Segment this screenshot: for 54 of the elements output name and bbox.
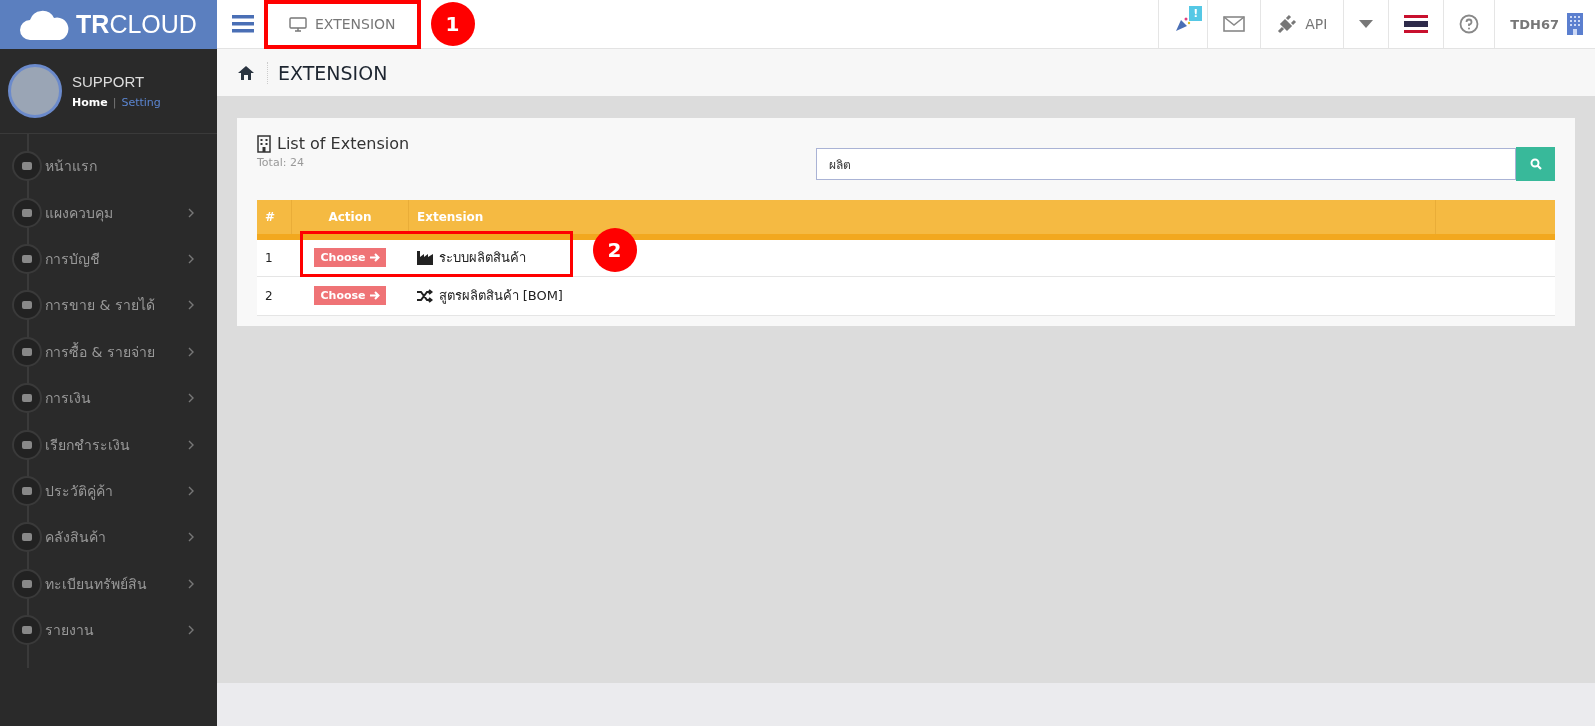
callout-marker: 1 (430, 2, 475, 46)
total-label: Total: (257, 156, 287, 169)
arrow-icon (369, 291, 380, 300)
help-icon[interactable] (1459, 14, 1480, 34)
extension-tab[interactable]: EXTENSION (264, 0, 421, 49)
column-header: Action (291, 200, 409, 237)
building-icon (1567, 13, 1583, 35)
avatar (8, 64, 62, 118)
sidebar-item[interactable]: หน้าแรก (0, 143, 217, 190)
sidebar-item[interactable]: การเงิน (0, 374, 217, 422)
profile-name: SUPPORT (72, 73, 146, 90)
party-popper-icon[interactable] (1174, 15, 1193, 33)
sidebar-item[interactable]: รายงาน (0, 606, 217, 654)
choose-button[interactable]: Choose (314, 286, 386, 305)
sidebar-item[interactable]: ประวัติคู่ค้า (0, 467, 217, 515)
separator: | (112, 96, 117, 109)
sidebar-item[interactable]: แผงควบคุม (0, 189, 217, 236)
mail-icon[interactable] (1223, 16, 1246, 32)
flag-icon[interactable] (1404, 15, 1429, 33)
column-header: # (257, 200, 292, 237)
callout-marker: 2 (592, 228, 637, 273)
user-name[interactable]: TDH67 (1510, 16, 1559, 32)
sidebar-item[interactable]: การซื้อ & รายจ่าย (0, 328, 217, 375)
plug-icon (1277, 14, 1298, 34)
sidebar-item[interactable]: เรียกชำระเงิน (0, 421, 217, 468)
sidebar-item[interactable]: ทะเบียนทรัพย์สิน (0, 560, 217, 607)
extension-name[interactable]: สูตรผลิตสินค้า [BOM] (438, 285, 563, 306)
cloud-icon (20, 9, 71, 40)
menu-icon[interactable] (232, 15, 254, 33)
profile-link[interactable]: Home (72, 96, 108, 109)
column-header: Extension (408, 200, 1436, 237)
search-field[interactable]: ผลิต (816, 148, 1516, 180)
notification-badge: ! (1189, 6, 1203, 21)
panel-title: List of Extension (277, 134, 410, 153)
sidebar-item[interactable]: การขาย & รายได้ (0, 282, 217, 329)
choose-button[interactable]: Choose (314, 248, 386, 268)
table-cell: 1 (257, 237, 292, 276)
extension-name[interactable]: ระบบผลิตสินค้า (438, 247, 526, 269)
caret-icon[interactable] (1359, 20, 1374, 28)
home-icon[interactable] (237, 64, 255, 81)
search-icon (1529, 158, 1542, 170)
monitor-icon (289, 16, 307, 32)
total-count: 24 (289, 156, 304, 169)
arrow-icon (369, 253, 380, 263)
sidebar-item[interactable]: คลังสินค้า (0, 514, 217, 561)
building-icon (257, 134, 271, 153)
sidebar-item[interactable]: การบัญชี (0, 235, 217, 283)
profile-link[interactable]: Setting (121, 96, 161, 109)
api-button[interactable]: API (1260, 0, 1344, 48)
logo-text: TRCLOUD (76, 10, 197, 39)
shuffle-icon (416, 288, 433, 303)
page-title: EXTENSION (267, 61, 388, 84)
factory-icon (416, 250, 433, 265)
table-cell: 2 (257, 276, 292, 315)
